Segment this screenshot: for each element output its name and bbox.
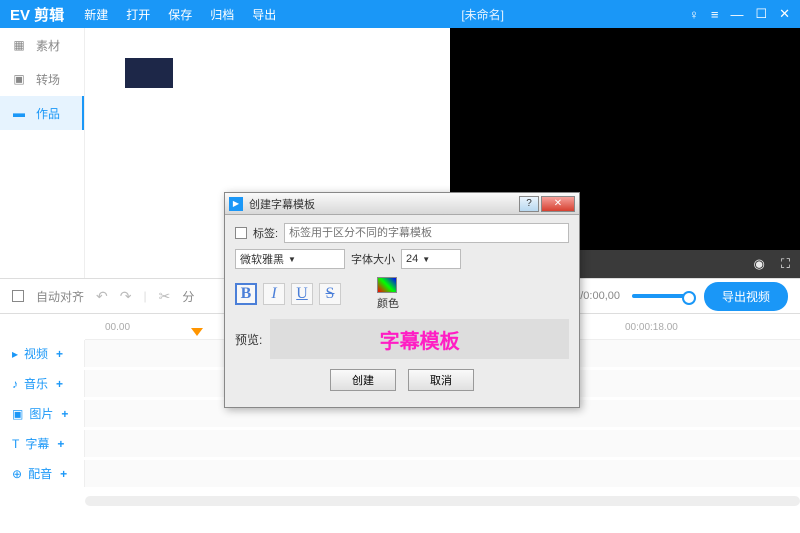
grid-icon: ▦ <box>12 38 26 52</box>
dialog-title: 创建字幕模板 <box>249 196 315 212</box>
sidebar-item-transition[interactable]: ▣ 转场 <box>0 62 84 96</box>
sidebar-item-material[interactable]: ▦ 素材 <box>0 28 84 62</box>
app-logo: EV 剪辑 <box>10 4 64 25</box>
project-thumbnail[interactable] <box>125 58 173 88</box>
export-button[interactable]: 导出视频 <box>704 282 788 311</box>
close-icon[interactable]: ✕ <box>779 6 790 22</box>
italic-button[interactable]: I <box>263 283 285 305</box>
track-audio[interactable]: ♪音乐+ <box>0 370 85 397</box>
dialog-close-button[interactable]: ✕ <box>541 196 575 212</box>
scissors-icon[interactable]: ✂ <box>159 288 171 305</box>
track-image[interactable]: ▣图片+ <box>0 400 85 427</box>
settings-icon[interactable]: ≡ <box>711 7 719 22</box>
sidebar-item-works[interactable]: ▬ 作品 <box>0 96 84 130</box>
tag-label: 标签: <box>253 225 278 241</box>
sidebar-label: 转场 <box>36 71 60 88</box>
preview-text: 字幕模板 <box>380 325 460 354</box>
sidebar-label: 素材 <box>36 37 60 54</box>
menu-archive[interactable]: 归档 <box>210 6 234 23</box>
preview-box: 字幕模板 <box>270 319 569 359</box>
title-bar: EV 剪辑 新建 打开 保存 归档 导出 [未命名] ♀ ≡ — ☐ ✕ <box>0 0 800 28</box>
help-button[interactable]: ? <box>519 196 539 212</box>
tag-checkbox[interactable] <box>235 227 247 239</box>
cut-label: 分 <box>182 288 194 305</box>
folder-icon: ▬ <box>12 106 26 120</box>
sidebar-label: 作品 <box>36 105 60 122</box>
volume-icon[interactable]: ◉ <box>754 256 765 272</box>
track-subtitle[interactable]: T字幕+ <box>0 430 85 457</box>
auto-align-label: 自动对齐 <box>36 288 84 305</box>
cancel-button[interactable]: 取消 <box>408 369 474 391</box>
create-button[interactable]: 创建 <box>330 369 396 391</box>
maximize-icon[interactable]: ☐ <box>755 6 767 22</box>
playhead[interactable] <box>191 328 203 336</box>
ruler-tick: 00:00:18.00 <box>625 322 678 333</box>
dialog-titlebar[interactable]: ▶ 创建字幕模板 ? ✕ <box>225 193 579 215</box>
zoom-slider[interactable] <box>632 294 692 298</box>
menu-save[interactable]: 保存 <box>168 6 192 23</box>
size-select[interactable]: 24▼ <box>401 249 461 269</box>
sidebar: ▦ 素材 ▣ 转场 ▬ 作品 <box>0 28 85 278</box>
track-voice[interactable]: ⊕配音+ <box>0 460 85 487</box>
auto-align-checkbox[interactable] <box>12 290 24 302</box>
subtitle-template-dialog: ▶ 创建字幕模板 ? ✕ 标签: 微软雅黑▼ 字体大小 24▼ B I U S … <box>224 192 580 408</box>
undo-icon[interactable]: ↶ <box>96 288 108 305</box>
track-video[interactable]: ▸视频+ <box>0 340 85 367</box>
strike-button[interactable]: S <box>319 283 341 305</box>
menu-open[interactable]: 打开 <box>126 6 150 23</box>
preview-label: 预览: <box>235 331 262 348</box>
color-picker[interactable] <box>377 277 397 293</box>
underline-button[interactable]: U <box>291 283 313 305</box>
menu-export[interactable]: 导出 <box>252 6 276 23</box>
bold-button[interactable]: B <box>235 283 257 305</box>
font-select[interactable]: 微软雅黑▼ <box>235 249 345 269</box>
fullscreen-icon[interactable]: ⛶ <box>781 256 790 272</box>
ruler-tick: 00.00 <box>105 322 130 333</box>
document-title: [未命名] <box>276 6 689 23</box>
transition-icon: ▣ <box>12 72 26 86</box>
color-label: 颜色 <box>377 295 399 311</box>
size-label: 字体大小 <box>351 251 395 267</box>
minimize-icon[interactable]: — <box>730 7 743 22</box>
main-menu: 新建 打开 保存 归档 导出 <box>84 6 276 23</box>
user-icon[interactable]: ♀ <box>689 7 699 22</box>
tag-input[interactable] <box>284 223 569 243</box>
redo-icon[interactable]: ↷ <box>120 288 132 305</box>
horizontal-scrollbar[interactable] <box>85 496 800 506</box>
menu-new[interactable]: 新建 <box>84 6 108 23</box>
app-icon: ▶ <box>229 197 243 211</box>
